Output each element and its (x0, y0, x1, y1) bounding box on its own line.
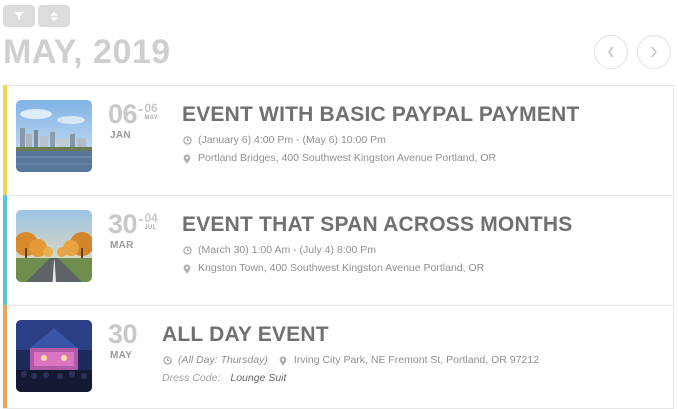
toolbar (3, 5, 70, 27)
event-location-text: Portland Bridges, 400 Southwest Kingston… (198, 152, 497, 164)
event-item[interactable]: 30 - 04 JUL MAR EVENT THAT SPAN ACROSS M… (3, 195, 673, 306)
event-time-text: (All Day: Thursday) (178, 354, 268, 366)
filter-icon (14, 12, 24, 20)
event-end-day: 06 (144, 101, 158, 115)
event-dress-code: Dress Code: Lounge Suit (162, 372, 663, 385)
event-location: Portland Bridges, 400 Southwest Kingston… (182, 152, 663, 165)
event-item[interactable]: 06 - 06 MAY JAN EVENT WITH BASIC PAYPAL … (3, 85, 673, 196)
event-list: 06 - 06 MAY JAN EVENT WITH BASIC PAYPAL … (3, 85, 674, 409)
event-start-day: 30 (108, 319, 138, 349)
event-details: EVENT THAT SPAN ACROSS MONTHS (March 30)… (182, 212, 663, 275)
event-location-text: Kngston Town, 400 Southwest Kingston Ave… (198, 262, 485, 274)
location-pin-icon (182, 264, 192, 274)
event-time-text: (January 6) 4:00 Pm - (May 6) 10:00 Pm (198, 134, 386, 146)
event-start-month: JAN (110, 130, 131, 141)
clock-icon (182, 246, 192, 256)
event-end-month: JUL (144, 225, 157, 231)
event-location-text: Irving City Park, NE Fremont St, Portlan… (293, 354, 539, 366)
location-pin-icon (182, 154, 192, 164)
event-title[interactable]: EVENT THAT SPAN ACROSS MONTHS (182, 212, 663, 238)
event-color-bar (3, 85, 7, 195)
event-details: EVENT WITH BASIC PAYPAL PAYMENT (January… (182, 102, 663, 165)
clock-icon (182, 136, 192, 146)
dress-code-label: Dress Code: (162, 372, 221, 384)
event-date: 06 - 06 MAY JAN (108, 99, 174, 141)
event-end-day: 04 (144, 211, 158, 225)
month-title: MAY, 2019 (3, 33, 171, 71)
event-date: 30 - 04 JUL MAR (108, 209, 174, 251)
chevron-right-icon (651, 46, 658, 58)
event-start-month: MAR (110, 240, 134, 251)
location-pin-icon (278, 356, 288, 366)
event-location: Kngston Town, 400 Southwest Kingston Ave… (182, 262, 663, 275)
event-color-bar (3, 195, 7, 305)
sort-icon (50, 11, 58, 21)
event-time: (January 6) 4:00 Pm - (May 6) 10:00 Pm (182, 134, 663, 147)
dress-code-value: Lounge Suit (230, 372, 287, 384)
event-time: (March 30) 1:00 Am - (July 4) 8:00 Pm (182, 244, 663, 257)
event-title[interactable]: ALL DAY EVENT (162, 322, 663, 348)
clock-icon (162, 356, 172, 366)
filter-button[interactable] (3, 5, 35, 27)
event-item[interactable]: 30 MAY ALL DAY EVENT (All Day: Thursday)… (3, 305, 673, 408)
event-end-month: MAY (144, 115, 159, 121)
previous-month-button[interactable] (594, 35, 628, 69)
event-start-day: 30 (108, 209, 138, 239)
sort-button[interactable] (38, 5, 70, 27)
next-month-button[interactable] (637, 35, 671, 69)
event-color-bar (3, 305, 7, 408)
event-time-location: (All Day: Thursday) Irving City Park, NE… (162, 354, 663, 367)
event-thumbnail[interactable] (16, 210, 92, 282)
event-thumbnail[interactable] (16, 100, 92, 172)
event-thumbnail[interactable] (16, 320, 92, 392)
event-time-text: (March 30) 1:00 Am - (July 4) 8:00 Pm (198, 244, 376, 256)
event-details: ALL DAY EVENT (All Day: Thursday) Irving… (162, 322, 663, 385)
chevron-left-icon (607, 46, 614, 58)
event-start-day: 06 (108, 99, 138, 129)
event-title[interactable]: EVENT WITH BASIC PAYPAL PAYMENT (182, 102, 663, 128)
